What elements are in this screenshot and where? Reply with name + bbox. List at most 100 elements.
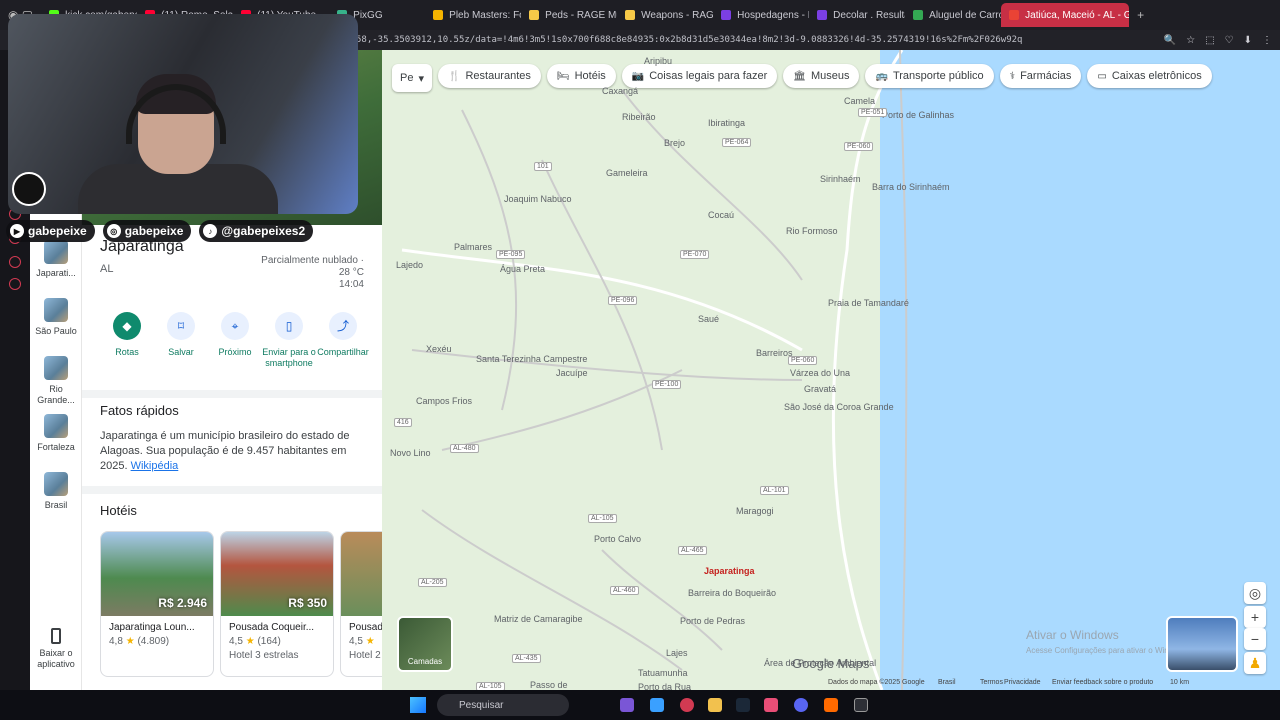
recent-place[interactable]: Rio Grande... [30,356,82,406]
my-location-icon[interactable]: ◎ [1244,582,1266,604]
map-label[interactable]: Rio Formoso [786,226,838,236]
zoom-out-button[interactable]: − [1244,628,1266,650]
map-label[interactable]: Saué [698,314,719,324]
recent-place[interactable]: Brasil [30,472,82,511]
map-label[interactable]: Brejo [664,138,685,148]
chip-fork[interactable]: 🍴 Restaurantes [438,64,541,88]
chip-bed[interactable]: 🛏 Hotéis [546,64,616,88]
zoom-in-button[interactable]: + [1244,606,1266,628]
discord-icon[interactable] [794,698,808,712]
wikipedia-link[interactable]: Wikipédia [131,460,179,472]
taskbar-search[interactable]: Pesquisar [437,694,569,716]
hotel-card[interactable]: R$ 2.946 Japaratinga Loun... 4,8 ★ (4.809) [100,531,214,677]
action-nearby[interactable]: ⌖ Próximo [208,312,262,369]
map-label[interactable]: Ribeirão [622,112,656,122]
new-tab-button[interactable]: + [1129,8,1152,22]
app-icon[interactable] [650,698,664,712]
windows-start-icon[interactable] [410,697,426,713]
hotel-card[interactable]: Pousad 4,5 ★ Hotel 2 [340,531,382,677]
map-label[interactable]: Gameleira [606,168,648,178]
bookmark-icon[interactable]: ☆ [1186,35,1195,46]
map-footer-link[interactable]: 10 km [1170,679,1189,686]
map-label[interactable]: Aripibu [644,56,672,66]
folder-icon[interactable] [708,698,722,712]
action-share[interactable]: ⤴ Compartilhar [316,312,370,369]
map-label[interactable]: Gravatá [804,384,836,394]
map-label[interactable]: Ibiratinga [708,118,745,128]
map-label[interactable]: Tatuamunha [638,668,688,678]
map-label[interactable]: Porto Calvo [594,534,641,544]
app-icon[interactable] [620,698,634,712]
download-icon[interactable]: ⬇ [1244,35,1252,46]
pegman-icon[interactable]: ♟ [1244,652,1266,674]
sidebar-icon-4[interactable] [9,278,21,290]
browser-tab[interactable]: Decolar . Resultad [809,3,905,27]
app-icon[interactable] [854,698,868,712]
layers-button[interactable]: Camadas [397,616,453,672]
menu-icon[interactable]: ⋮ [1262,35,1272,46]
chip-atm[interactable]: ▭ Caixas eletrônicos [1087,64,1212,88]
map-footer-link[interactable]: Enviar feedback sobre o produto [1052,679,1153,686]
map-label[interactable]: Barreiros [756,348,793,358]
map-footer-link[interactable]: Brasil [938,679,956,686]
map-label[interactable]: Japaratinga [704,566,755,576]
browser-tab[interactable]: Aluguel de Carro [905,3,1001,27]
map-label[interactable]: Campos Frios [416,396,472,406]
chip-pharmacy[interactable]: ⚕ Farmácias [999,64,1082,88]
browser-tab[interactable]: Hospedagens - D [713,3,809,27]
browser-tab[interactable]: Peds - RAGE Mult [521,3,617,27]
map-label[interactable]: Barreira do Boqueirão [688,588,776,598]
recent-place[interactable]: São Paulo [30,298,82,337]
map-label[interactable]: Matriz de Camaragibe [494,614,583,624]
search-box[interactable]: Pe ▾ [392,64,432,92]
map-label[interactable]: Barra do Sirinhaém [872,182,950,192]
app-icon[interactable] [764,698,778,712]
map-label[interactable]: Maragogi [736,506,774,516]
hotel-card[interactable]: R$ 350 Pousada Coqueir... 4,5 ★ (164) Hotel… [220,531,334,677]
map-label[interactable]: Joaquim Nabuco [504,194,572,204]
browser-tab[interactable]: Pleb Masters: Fo [425,3,521,27]
map-label[interactable]: Porto da Rua [638,682,691,690]
map-label[interactable]: Praia de Tamandaré [828,298,909,308]
action-send-to-phone[interactable]: ▯ Enviar para o smartphone [262,312,316,369]
map-label[interactable]: Água Preta [500,264,545,274]
map-label[interactable]: Lajedo [396,260,423,270]
extensions-icon[interactable]: ⬚ [1205,35,1214,46]
map-label[interactable]: Lajes [666,648,688,658]
map-label[interactable]: Caxangá [602,86,638,96]
map-footer-link[interactable]: Privacidade [1004,679,1041,686]
url-text[interactable]: 58,-35.3503912,10.55z/data=!4m6!3m5!1s0x… [356,35,1022,45]
download-app-button[interactable]: Baixar o aplicativo [30,628,82,670]
map-label[interactable]: Santa Terezinha Campestre [476,354,587,364]
recent-place[interactable]: Japarati... [30,240,82,279]
opera-gx-icon[interactable] [680,698,694,712]
map-label[interactable]: Sirinhaém [820,174,861,184]
map-label[interactable]: São José da Coroa Grande [784,402,894,412]
action-directions[interactable]: ◆ Rotas [100,312,154,369]
chip-museum[interactable]: 🏛 Museus [783,64,860,88]
browser-tab[interactable]: Weapons - RAGE [617,3,713,27]
heart-icon[interactable]: ♡ [1225,35,1234,46]
sidebar-icon-3[interactable] [9,256,21,268]
map-label[interactable]: Cocaú [708,210,734,220]
recent-place[interactable]: Fortaleza [30,414,82,453]
chip-bus[interactable]: 🚌 Transporte público [865,64,994,88]
street-view-preview[interactable] [1166,616,1238,672]
map-canvas[interactable]: Pe ▾ 🍴 Restaurantes 🛏 Hotéis 📷 Coisas legais … [382,50,1280,690]
zoom-icon[interactable]: 🔍 [1164,35,1176,46]
browser-tab[interactable]: Jatiúca, Maceió - AL - Go [1001,3,1130,27]
soundcloud-icon[interactable] [824,698,838,712]
map-footer-link[interactable]: Dados do mapa ©2025 Google [828,679,925,686]
map-label[interactable]: Porto de Galinhas [882,110,954,120]
map-label[interactable]: Porto de Pedras [680,616,745,626]
map-label[interactable]: Várzea do Una [790,368,850,378]
action-bookmark[interactable]: ⌑ Salvar [154,312,208,369]
map-label[interactable]: Palmares [454,242,492,252]
steam-icon[interactable] [736,698,750,712]
map-footer-link[interactable]: Termos [980,679,1003,686]
map-label[interactable]: Jacuípe [556,368,588,378]
map-label[interactable]: Camela [844,96,875,106]
chip-camera[interactable]: 📷 Coisas legais para fazer [621,64,778,88]
map-label[interactable]: Novo Lino [390,448,431,458]
map-label[interactable]: Xexéu [426,344,452,354]
